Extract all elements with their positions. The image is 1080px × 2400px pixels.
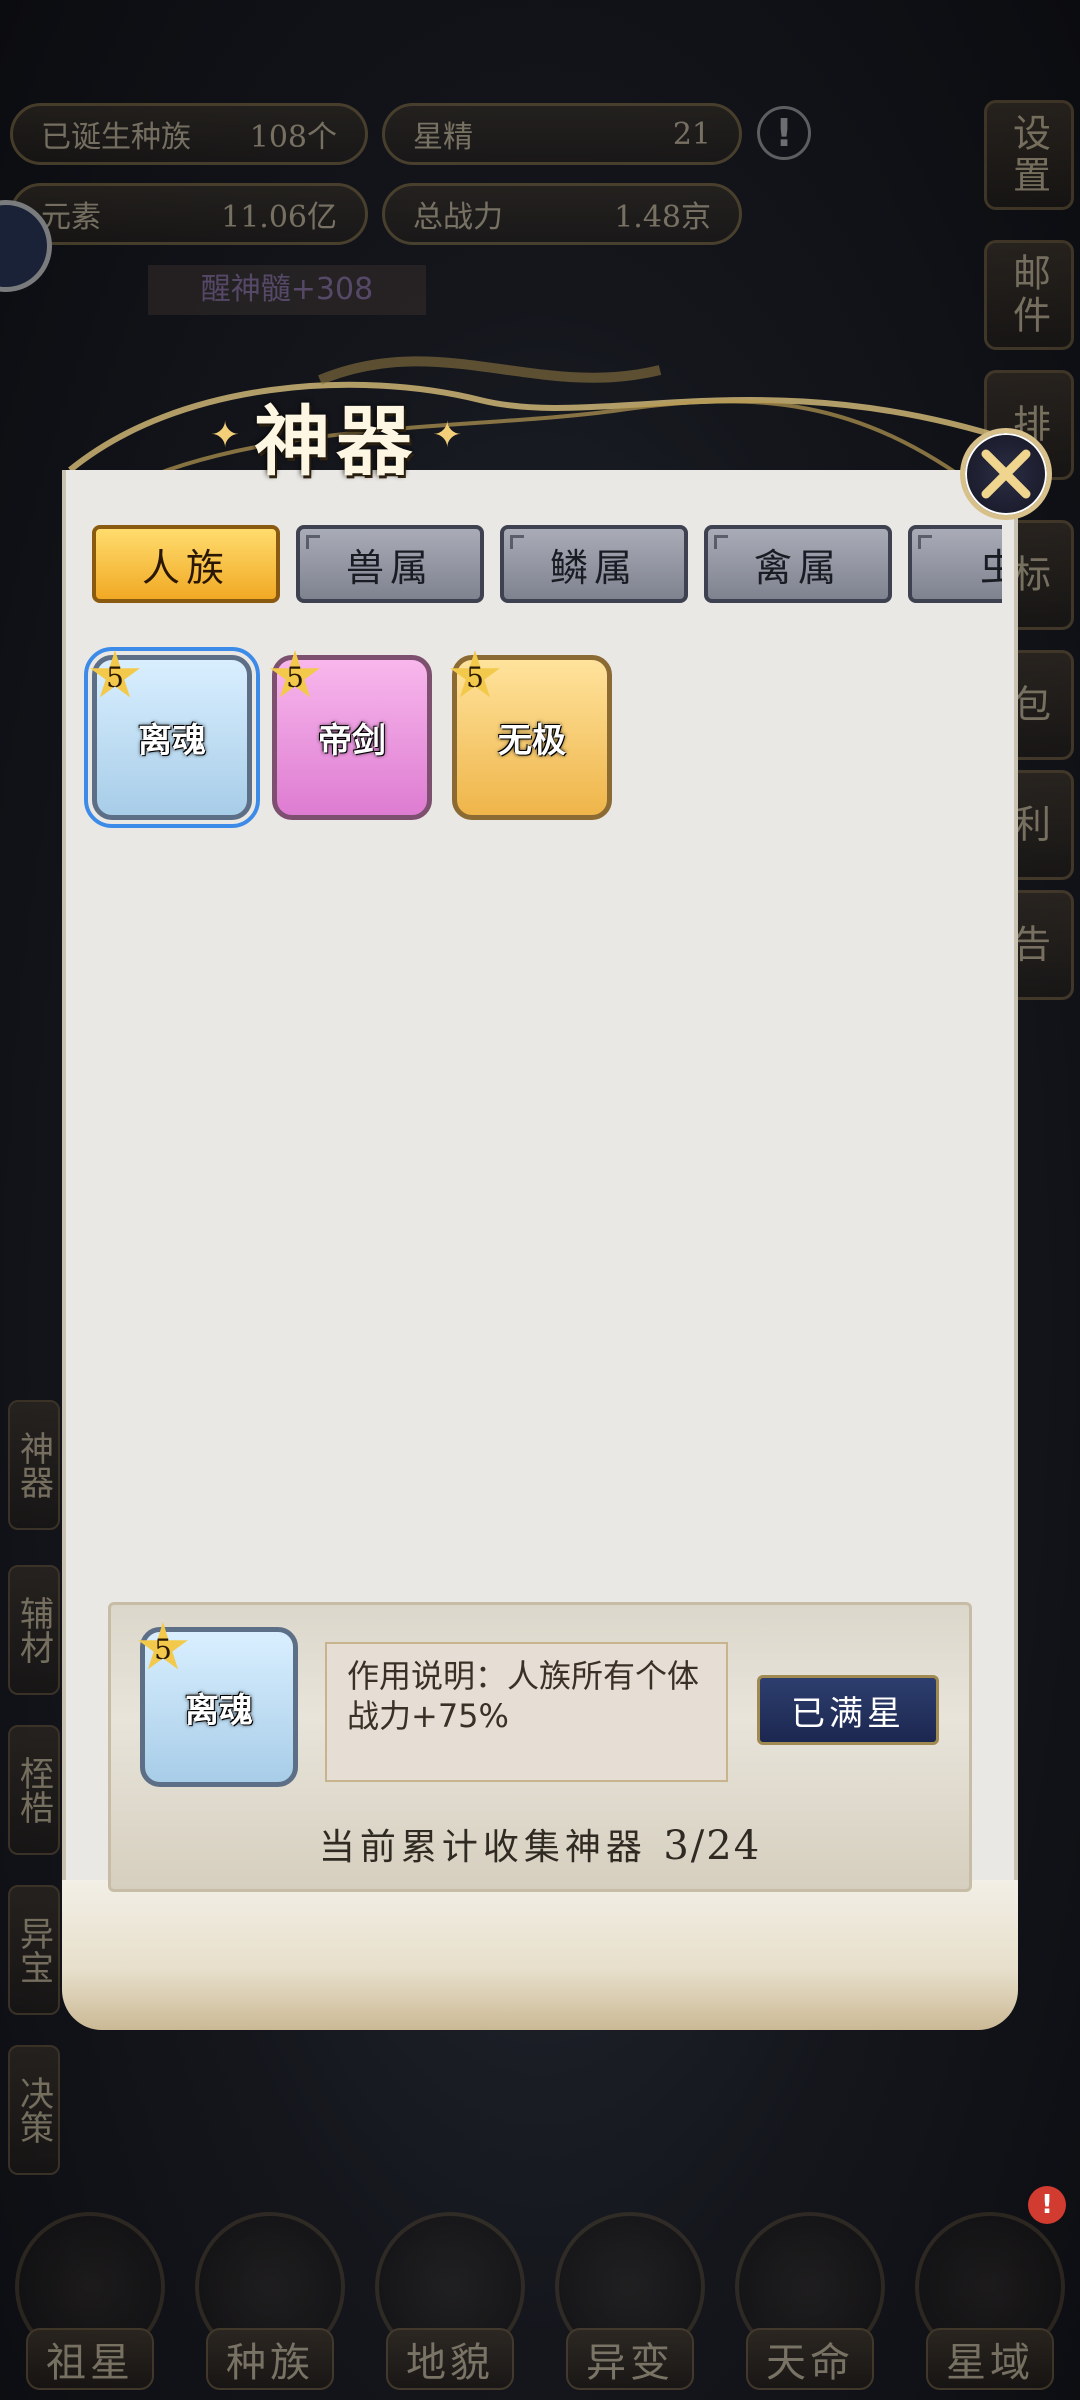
buff-text: 醒神髓+308 (200, 272, 374, 307)
detail-artifact-card: 5 离魂 (138, 1622, 298, 1787)
artifact-grid: 5 离魂 5 帝剑 5 无极 (84, 647, 612, 828)
born-races-label: 已诞生种族 (41, 120, 191, 155)
sparkle-icon: ✦ (210, 414, 241, 456)
star-level: 5 (286, 660, 304, 694)
left-menu-material[interactable]: 辅材 (8, 1565, 60, 1695)
artifact-description: 作用说明：人族所有个体战力+75% (325, 1642, 728, 1782)
tab-scale[interactable]: 鳞属 (500, 525, 688, 603)
born-races-stat: 已诞生种族 108个 (10, 103, 368, 165)
settings-button[interactable]: 设置 (984, 100, 1074, 210)
modal-title: ✦ 神器 ✦ (210, 380, 462, 490)
tab-human[interactable]: 人族 (92, 525, 280, 603)
mail-button[interactable]: 邮件 (984, 240, 1074, 350)
artifact-name: 无极 (498, 721, 566, 761)
star-level: 5 (466, 660, 484, 694)
close-icon (981, 449, 1031, 499)
max-star-button[interactable]: 已满星 (757, 1675, 939, 1745)
total-power-label: 总战力 (413, 200, 503, 235)
star-essence-value: 21 (672, 116, 711, 152)
nav-label: 祖星 (26, 2328, 154, 2390)
nav-label: 地貌 (386, 2328, 514, 2390)
star-level: 5 (106, 660, 124, 694)
total-power-stat: 总战力 1.48京 (382, 183, 742, 245)
artifact-card-wuji[interactable]: 5 无极 (450, 650, 612, 820)
tab-label: 兽属 (345, 545, 434, 590)
modal-title-text: 神器 (254, 397, 419, 486)
born-races-value: 108个 (249, 120, 337, 155)
collection-label: 当前累计收集神器 (318, 1827, 647, 1868)
artifact-name: 帝剑 (318, 721, 386, 761)
artifact-name: 离魂 (138, 721, 206, 761)
star-icon: 5 (90, 650, 140, 698)
tab-insect[interactable]: 虫 (908, 525, 1002, 603)
star-essence-stat: 星精 21 (382, 103, 742, 165)
detail-artifact-name: 离魂 (185, 1690, 253, 1731)
nav-label: 星域 (926, 2328, 1054, 2390)
max-star-label: 已满星 (791, 1693, 905, 1734)
elements-stat: 元素 11.06亿 (10, 183, 368, 245)
collection-count: 3/24 (663, 1823, 762, 1869)
sparkle-icon: ✦ (432, 414, 463, 456)
nav-label: 异变 (566, 2328, 694, 2390)
tab-label: 虫 (980, 537, 1002, 592)
collection-progress: 当前累计收集神器 3/24 (108, 1818, 972, 1870)
tab-beast[interactable]: 兽属 (296, 525, 484, 603)
tab-label: 鳞属 (549, 545, 638, 590)
nav-ancestor-star[interactable]: 祖星 (10, 2212, 170, 2392)
panel-scroll-bottom (62, 1880, 1018, 2030)
star-essence-label: 星精 (413, 120, 473, 155)
nav-race[interactable]: 种族 (190, 2212, 350, 2392)
elements-value: 11.06亿 (221, 200, 337, 235)
nav-star-domain[interactable]: 星域 (910, 2212, 1070, 2392)
nav-label: 天命 (746, 2328, 874, 2390)
tab-bird[interactable]: 禽属 (704, 525, 892, 603)
star-icon: 5 (450, 650, 500, 698)
info-icon[interactable]: ! (757, 106, 811, 160)
nav-mutation[interactable]: 异变 (550, 2212, 710, 2392)
star-icon: 5 (270, 650, 320, 698)
left-menu-decision[interactable]: 决策 (8, 2045, 60, 2175)
nav-terrain[interactable]: 地貌 (370, 2212, 530, 2392)
race-tabs: 人族 兽属 鳞属 禽属 虫 (92, 525, 1002, 603)
tab-label: 人族 (141, 545, 230, 590)
artifact-card-lihun[interactable]: 5 离魂 (84, 647, 260, 828)
total-power-value: 1.48京 (614, 200, 711, 235)
tab-label: 禽属 (753, 545, 842, 590)
elements-label: 元素 (41, 200, 101, 235)
nav-label: 种族 (206, 2328, 334, 2390)
bottom-nav: 祖星 种族 地貌 异变 天命 星域 (0, 2210, 1080, 2400)
notification-badge-icon: ! (1028, 2186, 1066, 2224)
close-button[interactable] (960, 428, 1052, 520)
star-level: 5 (154, 1632, 172, 1666)
buff-banner: 醒神髓+308 (148, 265, 426, 315)
left-menu-artifact[interactable]: 神器 (8, 1400, 60, 1530)
nav-destiny[interactable]: 天命 (730, 2212, 890, 2392)
artifact-card-dijian[interactable]: 5 帝剑 (270, 650, 432, 820)
left-menu-treasure[interactable]: 异宝 (8, 1885, 60, 2015)
left-menu-shackle[interactable]: 桎梏 (8, 1725, 60, 1855)
